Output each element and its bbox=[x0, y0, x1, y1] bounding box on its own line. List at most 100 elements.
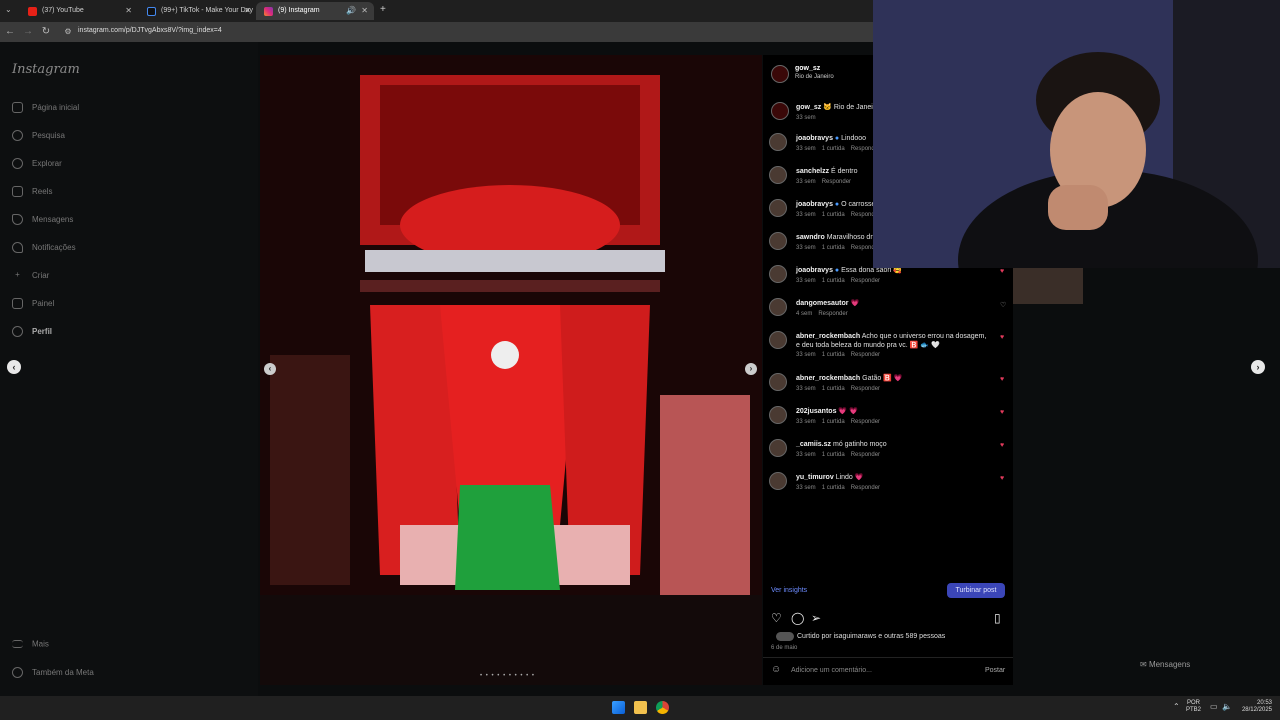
comment-like-heart-icon[interactable]: ♥ bbox=[1000, 376, 1004, 383]
post-comment-button[interactable]: Postar bbox=[985, 667, 1005, 674]
reply-button[interactable]: Responder bbox=[851, 419, 880, 425]
photo-prev-button[interactable]: ‹ bbox=[264, 363, 276, 375]
messages-icon: ✉ bbox=[1140, 660, 1147, 669]
windows-start-icon[interactable] bbox=[612, 701, 625, 714]
sidebar-item-messages[interactable]: Mensagens bbox=[12, 214, 73, 225]
comment-avatar[interactable] bbox=[769, 133, 787, 151]
comment-likes[interactable]: 1 curtida bbox=[822, 419, 845, 425]
comment-avatar[interactable] bbox=[769, 439, 787, 457]
back-icon[interactable]: ← bbox=[4, 26, 16, 37]
comment-like-heart-icon[interactable]: ♥ bbox=[1000, 268, 1004, 275]
reply-button[interactable]: Responder bbox=[851, 278, 880, 284]
file-explorer-icon[interactable] bbox=[634, 701, 647, 714]
sidebar-item-dashboard[interactable]: Painel bbox=[12, 298, 54, 309]
reply-button[interactable]: Responder bbox=[851, 485, 880, 491]
caption-avatar[interactable] bbox=[771, 102, 789, 120]
boost-post-button[interactable]: Turbinar post bbox=[947, 583, 1005, 598]
site-info-icon[interactable]: ⚙ bbox=[62, 27, 74, 36]
comment-username[interactable]: sawndro bbox=[796, 234, 825, 241]
tab-tiktok[interactable]: (99+) TikTok - Make Your Day ✕ bbox=[139, 2, 257, 20]
reply-button[interactable]: Responder bbox=[818, 311, 847, 317]
comment-likes[interactable]: 1 curtida bbox=[822, 278, 845, 284]
url-field[interactable]: instagram.com/p/DJTvgAbxs8V/?img_index=4 bbox=[78, 27, 222, 34]
bookmark-icon[interactable]: ▯ bbox=[994, 611, 1001, 625]
language-indicator[interactable]: POR PTB2 bbox=[1186, 700, 1201, 714]
system-clock[interactable]: 20:53 28/12/2025 bbox=[1238, 700, 1272, 714]
share-icon[interactable]: ➢ bbox=[811, 611, 821, 625]
comment-likes[interactable]: 1 curtida bbox=[822, 352, 845, 358]
comment-like-heart-icon[interactable]: ♥ bbox=[1000, 475, 1004, 482]
close-icon[interactable]: ✕ bbox=[361, 6, 368, 15]
photo-next-button[interactable]: › bbox=[745, 363, 757, 375]
tray-chevron-icon[interactable]: ⌃ bbox=[1173, 702, 1180, 711]
comment-like-heart-icon[interactable]: ♥ bbox=[1000, 334, 1004, 341]
comment-avatar[interactable] bbox=[769, 166, 787, 184]
sidebar-item-home[interactable]: Página inicial bbox=[12, 102, 79, 113]
comment-likes[interactable]: 1 curtida bbox=[822, 485, 845, 491]
comment-username[interactable]: dangomesautor bbox=[796, 300, 849, 307]
post-author[interactable]: gow_sz bbox=[795, 65, 820, 72]
tab-youtube[interactable]: (37) YouTube ✕ bbox=[20, 2, 138, 20]
sidebar-item-create[interactable]: + Criar bbox=[12, 270, 49, 281]
comment-like-heart-icon[interactable]: ♥ bbox=[1000, 409, 1004, 416]
comment-avatar[interactable] bbox=[769, 331, 787, 349]
chrome-icon[interactable] bbox=[656, 701, 669, 714]
emoji-icon[interactable]: ☺ bbox=[771, 664, 781, 675]
network-icon[interactable]: ▭ bbox=[1210, 702, 1218, 711]
comment-avatar[interactable] bbox=[769, 232, 787, 250]
comment-username[interactable]: abner_rockembach bbox=[796, 333, 860, 340]
comment-likes[interactable]: 1 curtida bbox=[822, 386, 845, 392]
sidebar-item-more[interactable]: Mais bbox=[12, 639, 49, 648]
sidebar-item-profile[interactable]: Perfil bbox=[12, 326, 52, 337]
sidebar-item-meta[interactable]: Também da Meta bbox=[12, 667, 94, 678]
comment-username[interactable]: 202jusantos bbox=[796, 408, 836, 415]
forward-icon[interactable]: → bbox=[22, 26, 34, 37]
add-comment-input[interactable]: Adicione um comentário... bbox=[791, 667, 872, 674]
comment-likes[interactable]: 1 curtida bbox=[822, 245, 845, 251]
comment-avatar[interactable] bbox=[769, 199, 787, 217]
post-location[interactable]: Rio de Janeiro bbox=[795, 74, 834, 80]
comment-avatar[interactable] bbox=[769, 472, 787, 490]
comment-username[interactable]: yu_timurov bbox=[796, 474, 834, 481]
like-icon[interactable]: ♡ bbox=[771, 611, 782, 625]
comment-username[interactable]: joaobravys bbox=[796, 201, 833, 208]
comment-avatar[interactable] bbox=[769, 298, 787, 316]
reply-button[interactable]: Responder bbox=[851, 352, 880, 358]
comment-like-heart-icon[interactable]: ♡ bbox=[1000, 301, 1006, 309]
sidebar-item-search[interactable]: Pesquisa bbox=[12, 130, 65, 141]
comment-avatar[interactable] bbox=[769, 373, 787, 391]
messages-pill[interactable]: ✉ Mensagens bbox=[1140, 660, 1190, 669]
close-icon[interactable]: ✕ bbox=[244, 6, 251, 15]
comment-username[interactable]: abner_rockembach bbox=[796, 375, 860, 382]
comment-likes[interactable]: 1 curtida bbox=[822, 212, 845, 218]
close-icon[interactable]: ✕ bbox=[125, 6, 132, 15]
speaker-icon[interactable]: 🔊 bbox=[346, 6, 356, 15]
comment-username[interactable]: joaobravys bbox=[796, 267, 833, 274]
view-insights-link[interactable]: Ver insights bbox=[771, 587, 807, 594]
reply-button[interactable]: Responder bbox=[822, 179, 851, 185]
comment-username[interactable]: _camiis.sz bbox=[796, 441, 831, 448]
comment-username[interactable]: sanchelzz bbox=[796, 168, 829, 175]
comment-icon[interactable]: ◯ bbox=[791, 611, 804, 625]
comment-likes[interactable]: 1 curtida bbox=[822, 146, 845, 152]
new-tab-button[interactable]: + bbox=[380, 4, 386, 15]
sidebar-item-explore[interactable]: Explorar bbox=[12, 158, 62, 169]
volume-icon[interactable]: 🔈 bbox=[1222, 702, 1232, 711]
liked-by-text[interactable]: Curtido por isaguimaraws e outras 589 pe… bbox=[797, 633, 945, 640]
comment-like-heart-icon[interactable]: ♥ bbox=[1000, 442, 1004, 449]
reply-button[interactable]: Responder bbox=[851, 386, 880, 392]
author-avatar[interactable] bbox=[771, 65, 789, 83]
tab-instagram[interactable]: (9) Instagram 🔊 ✕ bbox=[256, 2, 374, 20]
sidebar-item-reels[interactable]: Reels bbox=[12, 186, 52, 197]
instagram-logo[interactable]: Instagram bbox=[12, 62, 80, 77]
comment-likes[interactable]: 1 curtida bbox=[822, 452, 845, 458]
reply-button[interactable]: Responder bbox=[851, 452, 880, 458]
next-post-button[interactable]: › bbox=[1251, 360, 1265, 374]
tab-list-chevron-icon[interactable]: ⌄ bbox=[5, 5, 12, 14]
prev-post-button[interactable]: ‹ bbox=[7, 360, 21, 374]
comment-avatar[interactable] bbox=[769, 265, 787, 283]
sidebar-item-notifications[interactable]: Notificações bbox=[12, 242, 76, 253]
comment-avatar[interactable] bbox=[769, 406, 787, 424]
reload-icon[interactable]: ↻ bbox=[40, 26, 52, 37]
comment-username[interactable]: joaobravys bbox=[796, 135, 833, 142]
